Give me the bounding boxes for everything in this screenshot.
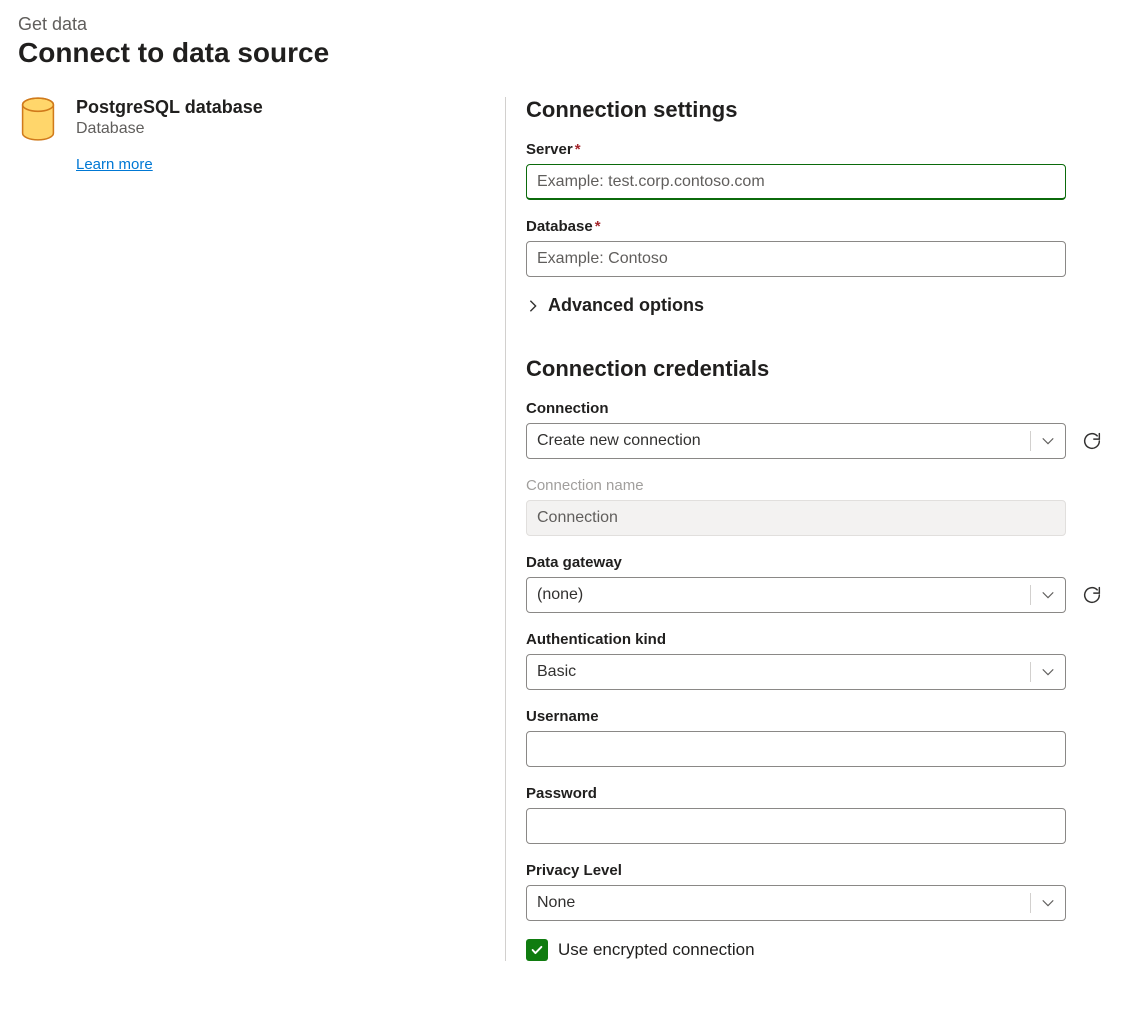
privacy-label: Privacy Level xyxy=(526,862,1104,879)
connection-select[interactable]: Create new connection xyxy=(526,423,1066,459)
required-asterisk: * xyxy=(575,141,581,158)
server-input[interactable] xyxy=(526,164,1066,200)
advanced-options-toggle[interactable]: Advanced options xyxy=(526,295,1104,316)
chevron-down-icon xyxy=(1041,434,1055,448)
auth-kind-label: Authentication kind xyxy=(526,631,1104,648)
gateway-label: Data gateway xyxy=(526,554,1104,571)
auth-kind-select[interactable]: Basic xyxy=(526,654,1066,690)
connection-refresh-button[interactable] xyxy=(1080,429,1104,453)
chevron-down-icon xyxy=(1041,665,1055,679)
learn-more-link[interactable]: Learn more xyxy=(76,156,153,173)
privacy-select[interactable]: None xyxy=(526,885,1066,921)
required-asterisk: * xyxy=(595,218,601,235)
encrypt-checkbox[interactable] xyxy=(526,939,548,961)
password-input[interactable] xyxy=(526,808,1066,844)
password-label: Password xyxy=(526,785,1104,802)
breadcrumb: Get data xyxy=(18,14,1110,35)
form-panel: Connection settings Server* Database* Ad… xyxy=(505,97,1110,961)
chevron-down-icon xyxy=(1041,896,1055,910)
source-type: Database xyxy=(76,120,263,138)
refresh-icon xyxy=(1081,430,1103,452)
chevron-right-icon xyxy=(526,299,540,313)
connection-name-input xyxy=(526,500,1066,536)
connection-credentials-heading: Connection credentials xyxy=(526,356,1104,382)
database-label: Database* xyxy=(526,218,1104,235)
encrypt-label: Use encrypted connection xyxy=(558,940,755,960)
source-name: PostgreSQL database xyxy=(76,97,263,118)
database-icon xyxy=(18,97,58,141)
check-icon xyxy=(530,943,544,957)
gateway-refresh-button[interactable] xyxy=(1080,583,1104,607)
database-input[interactable] xyxy=(526,241,1066,277)
connection-label: Connection xyxy=(526,400,1104,417)
username-label: Username xyxy=(526,708,1104,725)
connection-name-label: Connection name xyxy=(526,477,1104,494)
gateway-select[interactable]: (none) xyxy=(526,577,1066,613)
source-panel: PostgreSQL database Database Learn more xyxy=(18,97,505,961)
refresh-icon xyxy=(1081,584,1103,606)
connection-settings-heading: Connection settings xyxy=(526,97,1104,123)
server-label: Server* xyxy=(526,141,1104,158)
page-title: Connect to data source xyxy=(18,37,1110,69)
chevron-down-icon xyxy=(1041,588,1055,602)
username-input[interactable] xyxy=(526,731,1066,767)
